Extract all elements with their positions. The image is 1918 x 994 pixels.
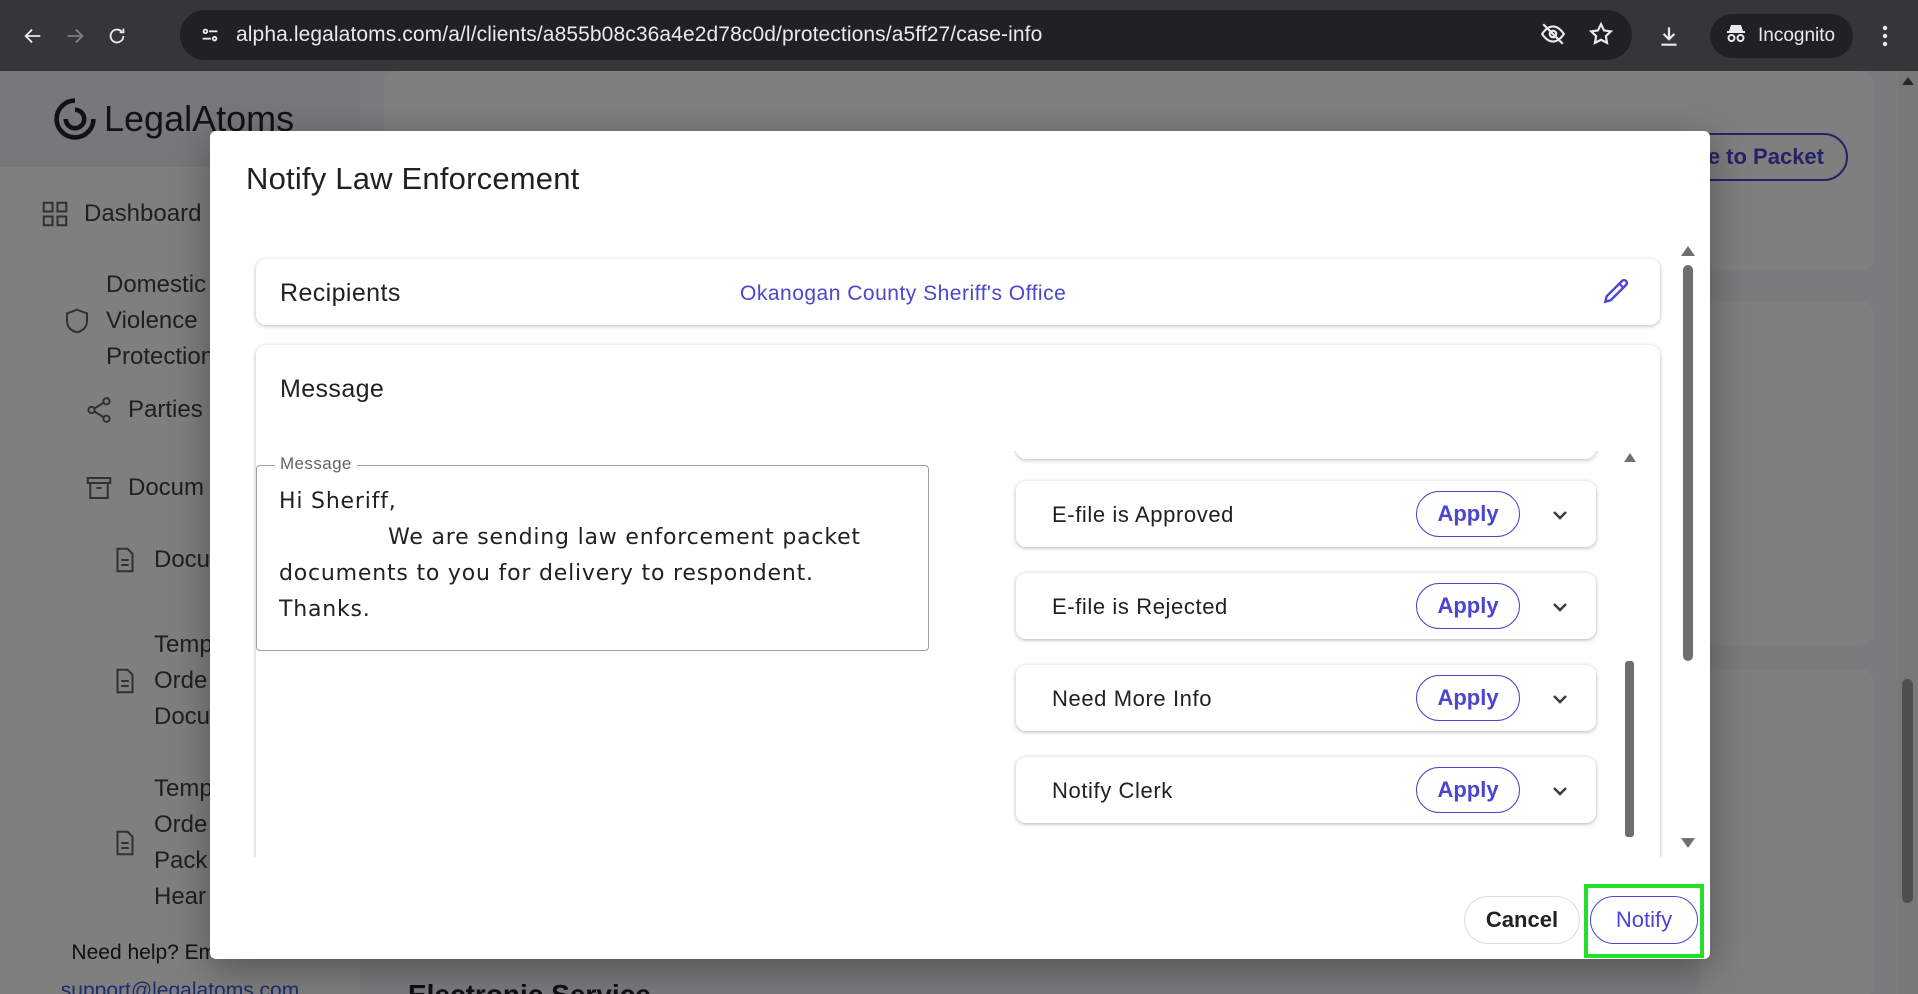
- download-icon[interactable]: [1648, 15, 1690, 57]
- browser-toolbar: alpha.legalatoms.com/a/l/clients/a855b08…: [0, 0, 1918, 71]
- template-item: Notify Clerk Apply: [1016, 757, 1596, 823]
- template-item: E-file is Approved Apply: [1016, 481, 1596, 547]
- chevron-down-icon[interactable]: [1548, 503, 1572, 527]
- notify-law-enforcement-dialog: Notify Law Enforcement Recipients Okanog…: [210, 131, 1710, 959]
- browser-menu-icon[interactable]: [1875, 16, 1895, 56]
- back-icon[interactable]: [12, 15, 54, 57]
- chevron-down-icon[interactable]: [1548, 779, 1572, 803]
- template-item-partial: [1016, 451, 1596, 459]
- template-list-scrollbar[interactable]: [1622, 451, 1638, 837]
- template-label: Need More Info: [1052, 686, 1213, 711]
- bookmark-star-icon[interactable]: [1588, 21, 1614, 52]
- dialog-scrollbar[interactable]: [1678, 241, 1698, 857]
- message-heading: Message: [280, 375, 385, 403]
- message-card: Message Message Hi Sheriff, We are sendi…: [256, 345, 1660, 857]
- reload-icon[interactable]: [96, 15, 138, 57]
- dialog-body: Recipients Okanogan County Sheriff's Off…: [246, 241, 1670, 857]
- message-text[interactable]: Hi Sheriff, We are sending law enforceme…: [279, 484, 909, 628]
- cancel-button[interactable]: Cancel: [1464, 896, 1580, 944]
- message-field-label: Message: [275, 454, 357, 474]
- incognito-icon: [1724, 21, 1748, 51]
- tracking-protection-icon[interactable]: [1540, 21, 1566, 52]
- apply-button[interactable]: Apply: [1416, 583, 1520, 629]
- edit-pencil-icon[interactable]: [1600, 275, 1632, 307]
- apply-button[interactable]: Apply: [1416, 767, 1520, 813]
- template-item: E-file is Rejected Apply: [1016, 573, 1596, 639]
- template-label: E-file is Approved: [1052, 502, 1234, 527]
- apply-button[interactable]: Apply: [1416, 491, 1520, 537]
- incognito-label: Incognito: [1758, 25, 1836, 46]
- message-textarea[interactable]: Message Hi Sheriff, We are sending law e…: [256, 454, 929, 651]
- recipients-card: Recipients Okanogan County Sheriff's Off…: [256, 259, 1660, 325]
- incognito-indicator[interactable]: Incognito: [1710, 14, 1854, 58]
- dialog-scroll-thumb[interactable]: [1683, 265, 1693, 661]
- chevron-down-icon[interactable]: [1548, 595, 1572, 619]
- scroll-up-arrow-icon[interactable]: [1624, 453, 1636, 462]
- scroll-up-arrow-icon[interactable]: [1681, 246, 1695, 256]
- notify-button[interactable]: Notify: [1590, 896, 1698, 944]
- template-item: Need More Info Apply: [1016, 665, 1596, 731]
- site-settings-icon[interactable]: [196, 21, 224, 49]
- chevron-down-icon[interactable]: [1548, 687, 1572, 711]
- dialog-title: Notify Law Enforcement: [246, 161, 580, 196]
- apply-button[interactable]: Apply: [1416, 675, 1520, 721]
- recipients-value[interactable]: Okanogan County Sheriff's Office: [740, 282, 1066, 306]
- forward-icon[interactable]: [54, 15, 96, 57]
- address-bar[interactable]: alpha.legalatoms.com/a/l/clients/a855b08…: [180, 10, 1632, 60]
- template-list: E-file is Approved Apply E-file is Rejec…: [1010, 451, 1618, 831]
- scroll-down-arrow-icon[interactable]: [1681, 838, 1695, 848]
- template-label: Notify Clerk: [1052, 778, 1173, 803]
- template-scroll-thumb[interactable]: [1625, 661, 1634, 837]
- template-label: E-file is Rejected: [1052, 594, 1228, 619]
- url-text[interactable]: alpha.legalatoms.com/a/l/clients/a855b08…: [236, 23, 1042, 47]
- recipients-label: Recipients: [280, 279, 401, 307]
